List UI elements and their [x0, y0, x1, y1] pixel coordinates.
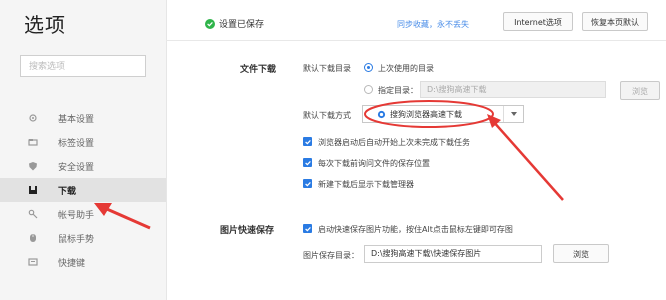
- download-icon: [28, 185, 38, 195]
- checkbox-show-manager[interactable]: [303, 179, 312, 188]
- sidebar-item-label: 帐号助手: [58, 210, 95, 221]
- shield-icon: [28, 161, 38, 171]
- sidebar-item-label: 下载: [58, 186, 77, 197]
- image-save-path-label: 图片保存目录：: [303, 251, 359, 260]
- sidebar-item-shortcuts[interactable]: 快捷键: [0, 250, 166, 274]
- enable-quick-save-label: 启动快速保存图片功能，按住Alt点击鼠标左键即可存图: [318, 225, 513, 234]
- sidebar-item-security[interactable]: 安全设置: [0, 154, 166, 178]
- gear-icon: [28, 113, 38, 123]
- image-save-path-input[interactable]: D:\搜狗高速下载\快速保存图片: [364, 245, 542, 263]
- sidebar-item-mouse-gesture[interactable]: 鼠标手势: [0, 226, 166, 250]
- annotation-arrow-line: [491, 119, 564, 201]
- divider: [166, 40, 666, 41]
- restore-defaults-button[interactable]: 恢复本页默认: [582, 12, 648, 31]
- checkbox-show-manager-label: 新建下载后显示下载管理器: [318, 180, 414, 189]
- saved-status: 设置已保存: [205, 17, 264, 30]
- image-save-section-label: 图片快速保存: [220, 226, 275, 236]
- sidebar-item-label: 标签设置: [58, 138, 95, 149]
- default-dir-label: 默认下载目录: [303, 64, 351, 73]
- file-download-section-label: 文件下载: [240, 65, 277, 75]
- keyboard-icon: [28, 257, 38, 267]
- sidebar-item-basic[interactable]: 基本设置: [0, 106, 166, 130]
- key-icon: [28, 209, 38, 219]
- saved-text: 设置已保存: [219, 20, 265, 30]
- sidebar-item-account[interactable]: 帐号助手: [0, 202, 166, 226]
- sidebar-nav: 基本设置 标签设置 安全设置 下载 帐号助手 鼠标手势 快捷键: [0, 106, 166, 274]
- radio-last-dir-label: 上次使用的目录: [378, 64, 434, 73]
- checkbox-resume-downloads[interactable]: [303, 137, 312, 146]
- download-method-select[interactable]: 搜狗浏览器高速下载: [362, 105, 524, 123]
- internet-options-button[interactable]: Internet选项: [503, 12, 573, 31]
- browse-dir-button[interactable]: 浏览: [620, 81, 660, 100]
- radio-last-dir[interactable]: [364, 63, 373, 72]
- sidebar-item-label: 安全设置: [58, 162, 95, 173]
- sidebar-item-download[interactable]: 下载: [0, 178, 166, 202]
- chevron-down-icon: [511, 112, 517, 116]
- radio-specify-dir[interactable]: [364, 85, 373, 94]
- tab-icon: [28, 137, 38, 147]
- download-method-label: 默认下载方式: [303, 111, 351, 120]
- page-title: 选项: [24, 13, 66, 37]
- checkbox-resume-label: 浏览器启动后自动开始上次未完成下载任务: [318, 138, 470, 147]
- sidebar-item-label: 快捷键: [58, 258, 86, 269]
- mouse-icon: [28, 233, 38, 243]
- sidebar-item-tabs[interactable]: 标签设置: [0, 130, 166, 154]
- search-input[interactable]: 搜索选项: [20, 55, 146, 77]
- browser-icon: [377, 110, 386, 118]
- radio-specify-dir-label: 指定目录：: [378, 86, 418, 95]
- sync-link[interactable]: 同步收藏，永不丢失: [397, 19, 469, 30]
- browse-image-dir-button[interactable]: 浏览: [553, 244, 609, 263]
- check-icon: [205, 18, 215, 29]
- download-method-value: 搜狗浏览器高速下载: [390, 109, 462, 119]
- sidebar-item-label: 鼠标手势: [58, 234, 95, 245]
- checkbox-ask-location[interactable]: [303, 158, 312, 167]
- sidebar-item-label: 基本设置: [58, 114, 95, 125]
- checkbox-enable-quick-save[interactable]: [303, 224, 312, 233]
- sidebar: 选项 搜索选项 基本设置 标签设置 安全设置 下载 帐号助手 鼠标手势 快捷键: [0, 0, 167, 300]
- checkbox-ask-location-label: 每次下载前询问文件的保存位置: [318, 159, 430, 168]
- specify-dir-input[interactable]: D:\搜狗高速下载: [420, 81, 606, 98]
- select-separator: [503, 106, 504, 122]
